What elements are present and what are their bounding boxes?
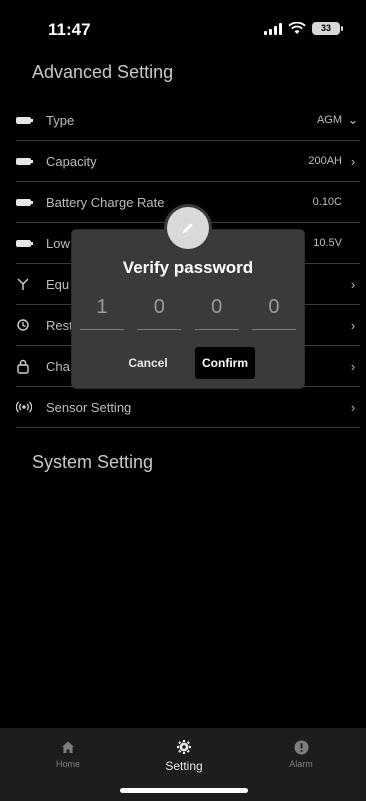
setting-label: Sensor Setting (46, 399, 132, 415)
chevron-right-icon: › (350, 358, 356, 374)
verify-password-dialog: Verify password 1 0 0 0 Cancel Confirm (72, 230, 304, 388)
password-digit-3[interactable]: 0 (194, 296, 239, 330)
setting-label: Capacity (46, 153, 97, 169)
lock-icon (16, 359, 40, 374)
status-bar: 11:47 33 (0, 0, 366, 56)
home-indicator (120, 788, 248, 793)
setting-value: 10.5V (313, 237, 342, 249)
tab-alarm[interactable]: Alarm (266, 738, 336, 769)
cellular-signal-icon (264, 22, 282, 35)
setting-value: 0.10C (312, 196, 342, 208)
password-digit-4[interactable]: 0 (251, 296, 296, 330)
restore-icon (16, 318, 40, 332)
tab-home[interactable]: Home (33, 738, 103, 769)
bottom-tab-bar: Home Setting Alarm (0, 728, 366, 801)
setting-row-capacity[interactable]: Capacity 200AH › (16, 141, 360, 182)
status-icons: 33 (264, 22, 343, 35)
password-digits: 1 0 0 0 (80, 296, 296, 330)
gear-icon (149, 738, 219, 756)
chevron-right-icon: › (350, 317, 356, 333)
battery-icon: 33 (312, 22, 343, 35)
advanced-setting-title: Advanced Setting (32, 62, 174, 82)
cancel-button[interactable]: Cancel (121, 347, 175, 379)
confirm-button[interactable]: Confirm (195, 347, 255, 379)
chevron-right-icon: › (350, 276, 356, 292)
chevron-right-icon: › (350, 399, 356, 415)
home-icon (33, 738, 103, 756)
chevron-down-icon: ⌄ (347, 112, 359, 127)
setting-value: 200AH (308, 155, 342, 167)
dialog-title: Verify password (122, 258, 254, 277)
pencil-icon (167, 207, 209, 249)
battery-small-icon (16, 239, 40, 247)
setting-row-type[interactable]: Type AGM ⌄ (16, 100, 360, 141)
sensor-icon (16, 401, 40, 413)
setting-label: Battery Charge Rate (46, 194, 165, 210)
tab-setting[interactable]: Setting (149, 738, 219, 773)
wifi-icon (288, 22, 306, 34)
battery-small-icon (16, 198, 40, 206)
equalize-icon (16, 277, 40, 291)
password-digit-1[interactable]: 1 (80, 296, 124, 330)
alert-icon (266, 738, 336, 756)
tab-label: Alarm (289, 759, 313, 769)
battery-small-icon (16, 116, 40, 124)
battery-small-icon (16, 157, 40, 165)
setting-label: Type (46, 112, 75, 128)
system-setting-title: System Setting (32, 452, 154, 472)
status-time: 11:47 (48, 20, 91, 39)
tab-label: Setting (165, 759, 203, 773)
setting-value: AGM (316, 114, 342, 126)
setting-row-sensor[interactable]: Sensor Setting › (16, 387, 360, 428)
tab-label: Home (55, 759, 80, 769)
chevron-right-icon: › (350, 153, 356, 169)
password-digit-2[interactable]: 0 (137, 296, 182, 330)
